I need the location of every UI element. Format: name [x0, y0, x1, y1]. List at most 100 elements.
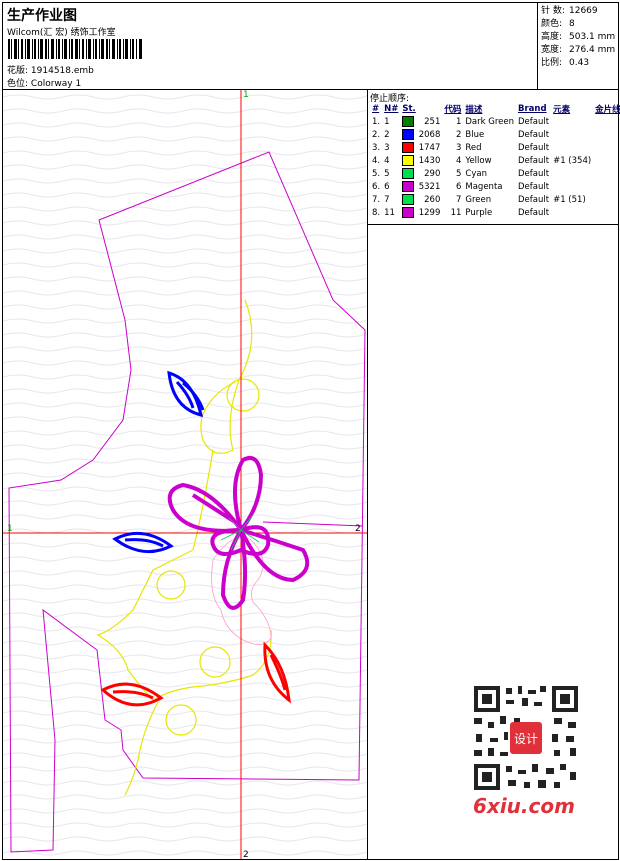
- stop-color-swatch: 1299: [400, 206, 442, 219]
- design-preview: 1 2 1 2: [3, 90, 368, 859]
- stop-description: Magenta: [465, 181, 503, 192]
- stop-code: 1: [455, 116, 462, 127]
- stop-brand: Default: [518, 142, 550, 153]
- stop-description: Yellow: [465, 155, 492, 166]
- stop-needle: 4: [384, 155, 390, 166]
- stop-description: Purple: [465, 207, 493, 218]
- watermark-brand: 6xiu.com: [473, 794, 575, 818]
- stop-color-swatch: 290: [400, 167, 442, 180]
- color-value: Colorway 1: [30, 79, 82, 89]
- stop-description: Green: [465, 194, 492, 205]
- stop-description: Red: [465, 142, 482, 153]
- color-swatch: [402, 116, 415, 127]
- stop-code: 2: [455, 129, 462, 140]
- stop-sequin: [593, 115, 620, 128]
- stop-element: [551, 167, 593, 180]
- col-element: 元素: [553, 104, 571, 115]
- stop-stitches: 260: [424, 195, 441, 205]
- stop-color-swatch: 1747: [400, 141, 442, 154]
- page-title: 生产作业图: [7, 8, 77, 24]
- stop-needle: 5: [384, 168, 390, 179]
- stop-sequin: [593, 193, 620, 206]
- stop-element: #1 (51): [553, 194, 586, 205]
- stop-sequin: [593, 141, 620, 154]
- stop-element: [551, 206, 593, 219]
- stop-stitches: 251: [424, 117, 441, 127]
- design-file: 花版: 1914518.emb: [7, 63, 94, 76]
- stop-description: Dark Green: [465, 116, 515, 127]
- spec-scale: 比例: 0.43: [541, 58, 590, 68]
- stop-needle: 2: [384, 129, 390, 140]
- header-info: 生产作业图 Wilcom(汇 宏) 绣饰工作室 花版: 1914518.emb …: [3, 3, 537, 89]
- stop-brand: Default: [518, 155, 550, 166]
- barcode: [8, 39, 142, 59]
- stop-stitches: 1430: [418, 156, 441, 166]
- stop-description: Blue: [465, 129, 485, 140]
- qr-code: 设计: [470, 682, 582, 794]
- stop-brand: Default: [518, 168, 550, 179]
- stop-code: 3: [455, 142, 462, 153]
- side-panel: 停止顺序: # N# St. 代码 描述 Brand 元素 金片线 1. 1 251…: [368, 90, 620, 859]
- stop-row: 5. 5 290 5 Cyan Default: [370, 167, 620, 180]
- col-sequin: 金片线: [595, 104, 620, 115]
- stop-row: 8. 11 1299 11 Purple Default: [370, 206, 620, 219]
- stop-row: 3. 3 1747 3 Red Default: [370, 141, 620, 154]
- color-swatch: [402, 129, 415, 140]
- colorway: 色位: Colorway 1: [7, 76, 81, 89]
- stop-index: 4.: [372, 155, 381, 166]
- color-swatch: [402, 155, 415, 166]
- stop-color-swatch: 260: [400, 193, 442, 206]
- stop-index: 7.: [372, 194, 381, 205]
- stop-needle: 11: [384, 207, 395, 218]
- stop-sequence-table: # N# St. 代码 描述 Brand 元素 金片线 1. 1 2 5 1 1 Dark …: [370, 102, 620, 219]
- stop-brand: Default: [518, 116, 550, 127]
- stop-element: [551, 128, 593, 141]
- stop-row: 2. 2 2068 2 Blue Default: [370, 128, 620, 141]
- stop-index: 1.: [372, 116, 381, 127]
- color-swatch: [402, 168, 415, 179]
- stop-sequin: [593, 128, 620, 141]
- spec-stitches: 针 数: 12669: [541, 6, 598, 16]
- stop-code: 7: [455, 194, 462, 205]
- stop-index: 2.: [372, 129, 381, 140]
- production-sheet: 生产作业图 Wilcom(汇 宏) 绣饰工作室 花版: 1914518.emb …: [2, 2, 620, 860]
- stop-row: 1. 1 251 1 Dark Green Default: [370, 115, 620, 128]
- color-swatch: [402, 181, 415, 192]
- col-index: #: [372, 103, 380, 114]
- stop-sequin: [593, 180, 620, 193]
- stop-header-row: # N# St. 代码 描述 Brand 元素 金片线: [370, 102, 620, 115]
- stop-brand: Default: [518, 181, 550, 192]
- design-label: 花版:: [7, 66, 29, 76]
- stop-needle: 6: [384, 181, 390, 192]
- stop-index: 6.: [372, 181, 381, 192]
- stop-stitches: 1747: [418, 143, 441, 153]
- design-value: 1914518.emb: [30, 66, 94, 76]
- stop-code: 4: [455, 155, 462, 166]
- stop-index: 8.: [372, 207, 381, 218]
- col-stitches: St.: [402, 103, 416, 114]
- spec-panel: 针 数: 12669 颜色: 8 高度: 503.1 mm 宽度: 276.4 mm 比…: [537, 3, 618, 89]
- stop-sequin: [593, 154, 620, 167]
- stop-brand: Default: [518, 194, 550, 205]
- stop-code: 11: [450, 207, 462, 218]
- stop-stitches: 290: [424, 169, 441, 179]
- stop-brand: Default: [518, 129, 550, 140]
- company-name: Wilcom(汇 宏) 绣饰工作室: [7, 28, 116, 38]
- col-description: 描述: [465, 104, 483, 115]
- spec-colors: 颜色: 8: [541, 19, 575, 29]
- spec-width: 宽度: 276.4 mm: [541, 45, 616, 55]
- stop-needle: 7: [384, 194, 390, 205]
- col-needle: N#: [384, 103, 399, 114]
- stop-color-swatch: 1430: [400, 154, 442, 167]
- stop-color-swatch: 5321: [400, 180, 442, 193]
- color-label: 色位:: [7, 79, 29, 89]
- stop-stitches: 1299: [418, 208, 441, 218]
- color-swatch: [402, 207, 415, 218]
- stop-needle: 3: [384, 142, 390, 153]
- stop-element: [551, 141, 593, 154]
- guide-top-label: 1: [243, 90, 249, 100]
- stop-element: [551, 115, 593, 128]
- stop-row: 6. 6 5321 6 Magenta Default: [370, 180, 620, 193]
- stop-description: Cyan: [465, 168, 487, 179]
- stop-index: 3.: [372, 142, 381, 153]
